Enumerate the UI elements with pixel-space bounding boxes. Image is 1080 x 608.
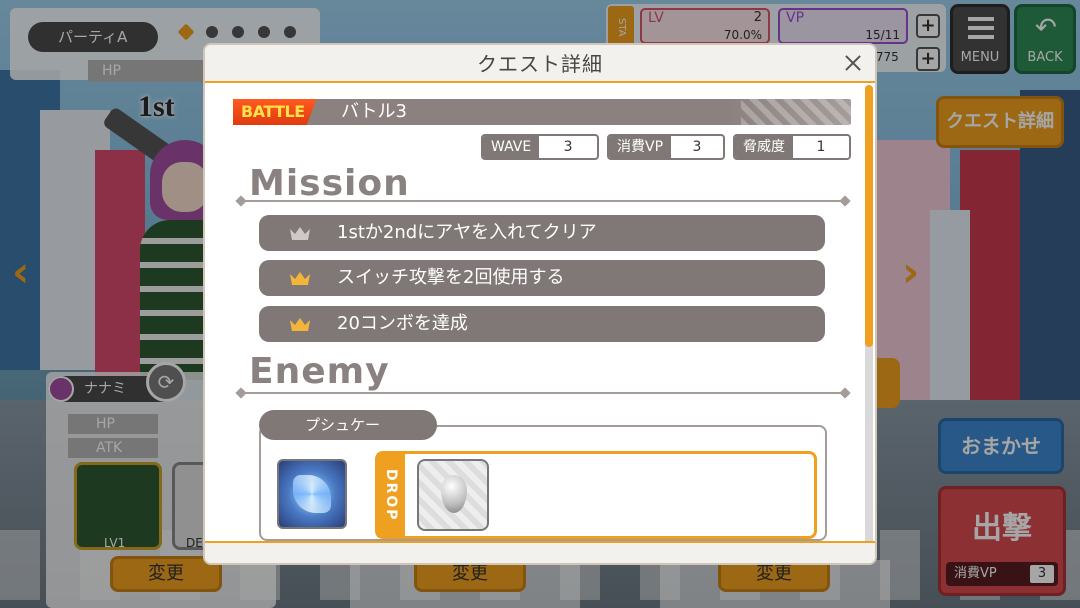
crown-icon bbox=[290, 272, 310, 285]
battle-badge: BATTLE bbox=[233, 99, 317, 125]
mission-text: 20コンボを達成 bbox=[337, 313, 468, 334]
gem-icon bbox=[441, 475, 467, 513]
enemy-portrait[interactable] bbox=[277, 459, 347, 529]
mission-item: 20コンボを達成 bbox=[259, 306, 825, 342]
info-threat: 脅威度 1 bbox=[733, 134, 851, 160]
modal-header: クエスト詳細 bbox=[205, 45, 875, 83]
crown-icon bbox=[290, 227, 310, 240]
info-value: 3 bbox=[692, 139, 702, 155]
crown-icon bbox=[290, 318, 310, 331]
drop-item[interactable] bbox=[417, 459, 489, 531]
info-key: 消費VP bbox=[609, 136, 672, 158]
mission-text: スイッチ攻撃を2回使用する bbox=[337, 267, 565, 288]
enemy-heading: Enemy bbox=[249, 351, 390, 392]
close-icon[interactable] bbox=[841, 51, 865, 75]
drop-label: DROP bbox=[377, 453, 405, 537]
info-wave: WAVE 3 bbox=[481, 134, 599, 160]
quest-detail-modal: クエスト詳細 BATTLE バトル3 WAVE 3 消費VP 3 脅威度 1 M… bbox=[203, 43, 877, 565]
info-key: 脅威度 bbox=[735, 136, 793, 158]
section-divider bbox=[241, 392, 845, 394]
mission-item: 1stか2ndにアヤを入れてクリア bbox=[259, 215, 825, 251]
modal-title: クエスト詳細 bbox=[477, 52, 603, 76]
battle-header-bar bbox=[233, 99, 851, 125]
info-value: 1 bbox=[816, 139, 826, 155]
mission-text: 1stか2ndにアヤを入れてクリア bbox=[337, 222, 597, 243]
modal-body[interactable]: BATTLE バトル3 WAVE 3 消費VP 3 脅威度 1 Mission … bbox=[205, 85, 869, 545]
battle-name: バトル3 bbox=[341, 101, 407, 122]
enemy-name: プシュケー bbox=[259, 410, 437, 440]
mission-item: スイッチ攻撃を2回使用する bbox=[259, 260, 825, 296]
enemy-image bbox=[293, 475, 331, 513]
info-key: WAVE bbox=[483, 136, 540, 158]
info-value: 3 bbox=[563, 139, 573, 155]
mission-heading: Mission bbox=[249, 163, 410, 204]
info-vp-cost: 消費VP 3 bbox=[607, 134, 725, 160]
scrollbar-thumb[interactable] bbox=[865, 85, 873, 347]
section-divider bbox=[241, 200, 845, 202]
modal-footer bbox=[205, 541, 875, 563]
checker-pattern bbox=[741, 99, 851, 125]
